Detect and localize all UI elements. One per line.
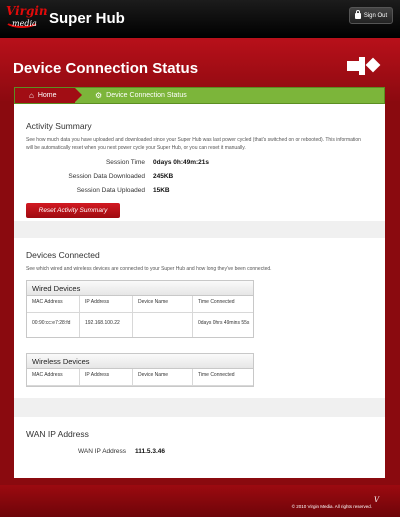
ip-cell: 192.168.100.22 [80,313,133,337]
session-downloaded-label: Session Data Downloaded [68,173,145,180]
top-bar: Virgin media Super Hub Sign Out [0,0,400,38]
breadcrumb-home-label: Home [37,92,57,99]
wan-ip-value: 111.5.3.46 [135,448,166,455]
col-device-name: Device Name [133,369,193,385]
sign-out-label: Sign Out [363,12,388,19]
breadcrumb-current: ⚙ Device Connection Status [95,88,187,103]
devices-connected-title: Devices Connected [26,250,100,260]
mac-cell: 00:90:cc:e7:28:fd [27,313,80,337]
time-cell: 0days 0hrs 49mins 55s [198,320,250,326]
col-mac: MAC Address [27,369,80,385]
device-name-cell [133,313,193,337]
devices-description: See which wired and wireless devices are… [26,266,272,272]
wireless-devices-title: Wireless Devices [27,354,253,369]
plug-icon [347,57,381,75]
session-time-value: 0days 0h:49m:21s [153,159,210,166]
col-mac: MAC Address [27,296,80,312]
wired-devices-table: Wired Devices MAC Address IP Address Dev… [26,280,254,338]
breadcrumb: ⌂ Home ⚙ Device Connection Status [14,87,385,104]
section-divider [14,398,385,417]
virgin-media-logo: Virgin media [4,4,48,28]
wireless-devices-table: Wireless Devices MAC Address IP Address … [26,353,254,387]
session-time-label: Session Time [105,159,145,166]
activity-description: See how much data you have uploaded and … [26,137,361,151]
wireless-column-headers: MAC Address IP Address Device Name Time … [27,369,253,386]
footer [0,485,400,517]
wan-ip-title: WAN IP Address [26,429,89,439]
col-time-connected: Time Connected [198,299,235,305]
copyright: © 2010 Virgin Media. All rights reserved… [291,504,372,509]
wan-ip-label: WAN IP Address [78,448,127,455]
col-ip: IP Address [80,296,133,312]
app-title: Super Hub [49,10,125,27]
session-uploaded-value: 15KB [153,187,170,194]
col-time-connected: Time Connected [198,372,235,378]
lock-icon [354,9,361,19]
reset-activity-button[interactable]: Reset Activity Summary [26,203,120,218]
breadcrumb-current-label: Device Connection Status [106,92,187,99]
table-row: 00:90:cc:e7:28:fd 192.168.100.22 0days 0… [27,313,253,337]
wired-devices-title: Wired Devices [27,281,253,296]
col-device-name: Device Name [133,296,193,312]
session-downloaded-value: 245KB [153,173,174,180]
activity-summary-title: Activity Summary [26,121,92,131]
section-divider [14,221,385,238]
virgin-footer-logo: V [374,496,380,504]
sign-out-button[interactable]: Sign Out [349,7,393,24]
session-uploaded-label: Session Data Uploaded [76,187,145,194]
gear-icon: ⚙ [95,91,103,100]
content-panel: Activity Summary See how much data you h… [14,104,385,478]
breadcrumb-home[interactable]: ⌂ Home [15,88,82,103]
wired-column-headers: MAC Address IP Address Device Name Time … [27,296,253,313]
col-ip: IP Address [80,369,133,385]
page-title: Device Connection Status [13,60,199,77]
home-icon: ⌂ [29,91,34,100]
